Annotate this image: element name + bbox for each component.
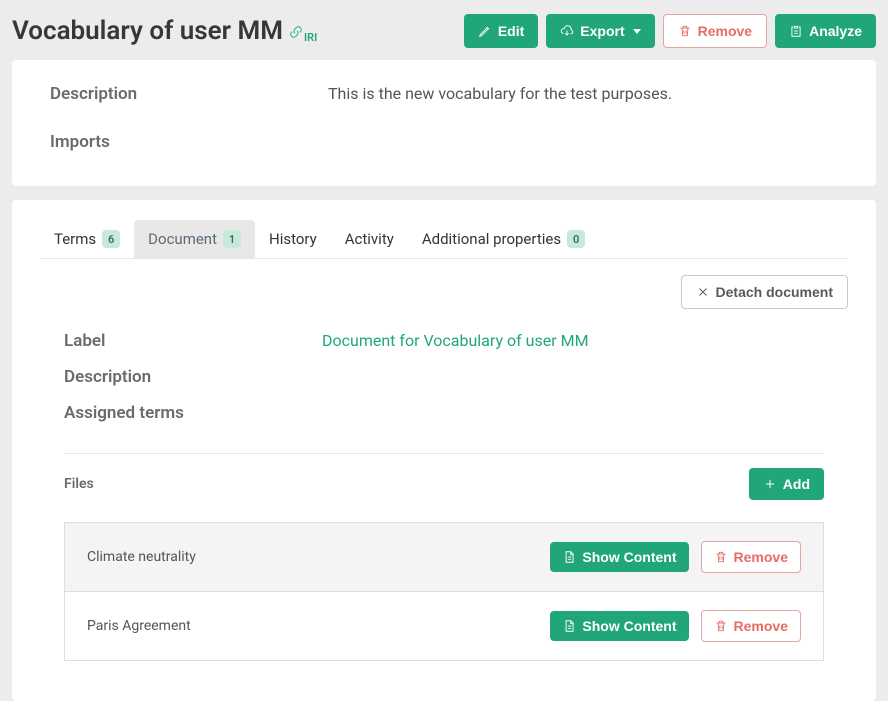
vocabulary-title: Vocabulary of user MM	[12, 16, 283, 46]
tab-history[interactable]: History	[255, 220, 331, 258]
details-panel: Description This is the new vocabulary f…	[12, 60, 876, 186]
file-name: Climate neutrality	[65, 523, 325, 592]
tab-bar: Terms 6 Document 1 History Activity Addi…	[40, 220, 848, 259]
remove-file-label: Remove	[734, 549, 788, 565]
iri-link[interactable]: IRI	[289, 25, 317, 39]
tab-terms-count: 6	[102, 230, 120, 248]
chevron-down-icon	[633, 29, 641, 34]
remove-file-button[interactable]: Remove	[701, 541, 801, 573]
document-description-label: Description	[64, 367, 322, 387]
tab-activity-label: Activity	[345, 230, 394, 248]
close-icon	[696, 285, 710, 299]
description-value: This is the new vocabulary for the test …	[328, 84, 672, 104]
document-label-link[interactable]: Document for Vocabulary of user MM	[322, 331, 589, 350]
analyze-button-label: Analyze	[809, 23, 862, 39]
trash-icon	[714, 619, 728, 633]
files-table: Climate neutralityShow ContentRemovePari…	[64, 522, 824, 661]
trash-icon	[714, 550, 728, 564]
trash-icon	[678, 24, 692, 38]
pencil-icon	[478, 24, 492, 38]
document-icon	[562, 550, 576, 564]
tab-terms-label: Terms	[54, 230, 96, 248]
imports-label: Imports	[50, 132, 328, 152]
export-button[interactable]: Export	[546, 14, 654, 48]
show-content-button[interactable]: Show Content	[550, 542, 688, 572]
export-button-label: Export	[580, 23, 624, 39]
tab-activity[interactable]: Activity	[331, 220, 408, 258]
add-file-button[interactable]: Add	[749, 468, 824, 500]
file-actions: Show Content Remove	[324, 592, 823, 661]
table-row: Climate neutrality Show Content Remove	[65, 523, 824, 592]
file-actions: Show Content Remove	[324, 523, 823, 592]
remove-file-button[interactable]: Remove	[701, 610, 801, 642]
cloud-download-icon	[560, 24, 574, 38]
show-content-label: Show Content	[582, 618, 676, 634]
tab-document-label: Document	[148, 230, 217, 248]
detach-document-button[interactable]: Detach document	[681, 275, 848, 309]
description-label: Description	[50, 84, 328, 104]
show-content-label: Show Content	[582, 549, 676, 565]
tab-additional-label: Additional properties	[422, 230, 561, 248]
tab-terms[interactable]: Terms 6	[40, 220, 134, 258]
remove-file-label: Remove	[734, 618, 788, 634]
edit-button[interactable]: Edit	[464, 14, 538, 48]
add-file-label: Add	[783, 476, 810, 492]
assigned-terms-label: Assigned terms	[64, 403, 322, 423]
clipboard-icon	[789, 24, 803, 38]
table-row: Paris Agreement Show Content Remove	[65, 592, 824, 661]
detach-document-label: Detach document	[716, 284, 833, 300]
document-label-label: Label	[64, 331, 322, 351]
plus-icon	[763, 477, 777, 491]
show-content-button[interactable]: Show Content	[550, 611, 688, 641]
tab-additional-properties[interactable]: Additional properties 0	[408, 220, 599, 258]
link-icon	[289, 25, 303, 39]
remove-vocabulary-button[interactable]: Remove	[663, 14, 767, 48]
analyze-button[interactable]: Analyze	[775, 14, 876, 48]
iri-label: IRI	[304, 31, 317, 44]
edit-button-label: Edit	[498, 23, 524, 39]
tab-document[interactable]: Document 1	[134, 220, 255, 258]
files-label: Files	[64, 476, 94, 492]
remove-vocabulary-label: Remove	[698, 23, 752, 39]
file-name: Paris Agreement	[65, 592, 325, 661]
tab-additional-count: 0	[567, 230, 585, 248]
tab-document-count: 1	[223, 230, 241, 248]
tab-history-label: History	[269, 230, 317, 248]
document-icon	[562, 619, 576, 633]
